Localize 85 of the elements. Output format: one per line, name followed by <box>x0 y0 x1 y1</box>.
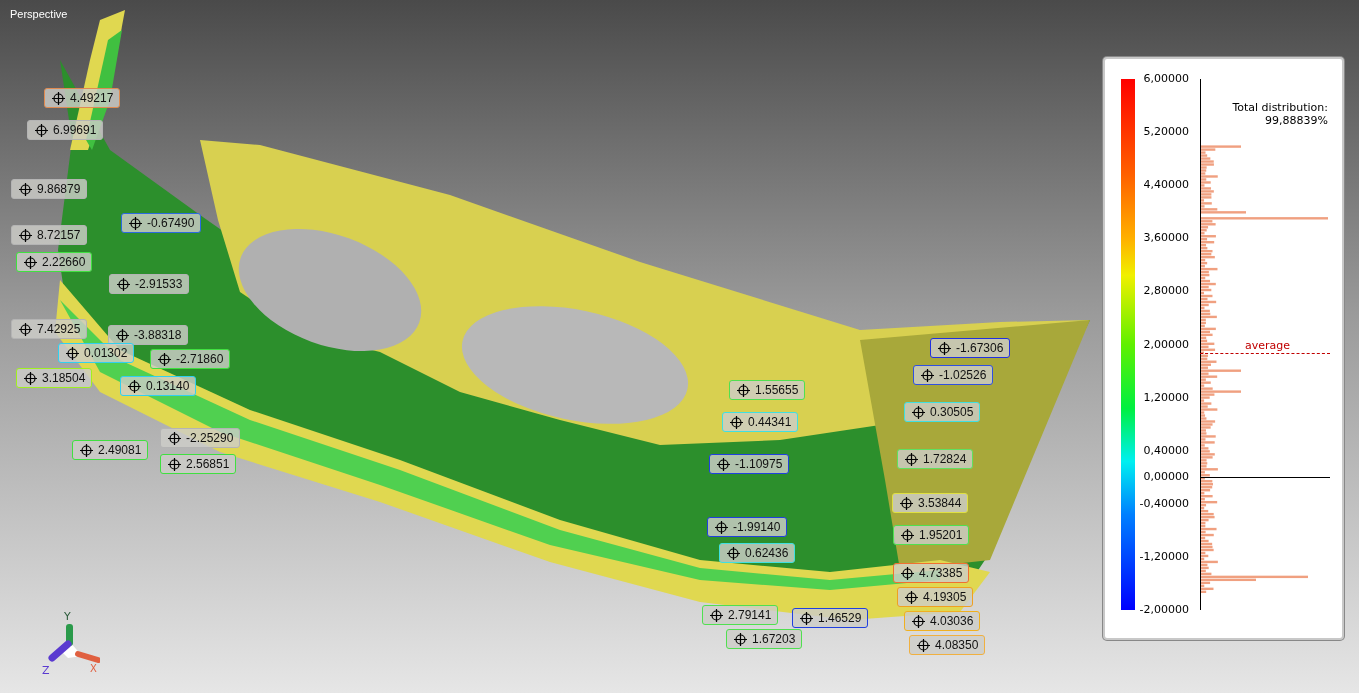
measurement-value: 4.73385 <box>919 566 963 580</box>
measurement-tag[interactable]: -1.02526 <box>913 365 994 385</box>
total-distribution-value: 99,88839% <box>1265 114 1328 127</box>
measurement-tag[interactable]: -1.99140 <box>707 517 788 537</box>
measurement-tag[interactable]: 0.01302 <box>58 343 135 363</box>
measurement-tag[interactable]: 4.73385 <box>893 563 970 583</box>
scale-tick-label: 0,00000 <box>1143 470 1189 484</box>
measurement-value: 1.67203 <box>752 632 796 646</box>
scale-tick-label: 0,40000 <box>1143 443 1189 457</box>
measurement-tag[interactable]: -2.25290 <box>160 428 241 448</box>
measurement-tag[interactable]: 0.62436 <box>719 543 796 563</box>
measurement-value: 4.08350 <box>935 638 979 652</box>
measurement-value: -2.71860 <box>176 352 224 366</box>
measurement-tag[interactable]: 4.49217 <box>44 88 121 108</box>
measurement-tag[interactable]: 2.49081 <box>72 440 149 460</box>
scale-tick-label: 3,60000 <box>1143 231 1189 245</box>
measurement-value: -2.25290 <box>186 431 234 445</box>
scale-tick-label: 1,20000 <box>1143 390 1189 404</box>
measurement-tag[interactable]: 1.46529 <box>792 608 869 628</box>
measurement-tag[interactable]: 9.86879 <box>11 179 88 199</box>
measurement-value: 0.44341 <box>748 415 792 429</box>
measurement-value: 7.42925 <box>37 322 81 336</box>
measurement-tag[interactable]: 1.67203 <box>726 629 803 649</box>
measurement-tag[interactable]: 4.03036 <box>904 611 981 631</box>
scale-tick-label: -2,00000 <box>1139 603 1189 617</box>
scale-tick-label: 4,40000 <box>1143 178 1189 192</box>
measurement-tag[interactable]: -0.67490 <box>121 213 202 233</box>
measurement-tag[interactable]: -2.91533 <box>109 274 190 294</box>
scale-tick-label: -0,40000 <box>1139 496 1189 510</box>
measurement-value: 0.13140 <box>146 379 190 393</box>
scale-tick-label: 6,00000 <box>1143 72 1189 85</box>
measurement-value: -1.10975 <box>735 457 783 471</box>
measurement-tag[interactable]: 8.72157 <box>11 225 88 245</box>
measurement-tag[interactable]: 2.79141 <box>702 605 779 625</box>
measurement-tag[interactable]: -1.67306 <box>930 338 1011 358</box>
measurement-tag[interactable]: 3.53844 <box>892 493 969 513</box>
average-label: average <box>1245 338 1291 352</box>
scale-tick-label: 2,00000 <box>1143 337 1189 351</box>
measurement-value: 9.86879 <box>37 182 81 196</box>
measurement-tag[interactable]: 3.18504 <box>16 368 93 388</box>
total-distribution-label: Total distribution: <box>1232 101 1328 114</box>
measurement-value: 6.99691 <box>53 123 97 137</box>
measurement-tag[interactable]: 1.72824 <box>897 449 974 469</box>
measurement-tag[interactable]: -1.10975 <box>709 454 790 474</box>
measurement-value: 1.72824 <box>923 452 967 466</box>
measurement-value: -1.67306 <box>956 341 1004 355</box>
measurement-value: 2.22660 <box>42 255 86 269</box>
measurement-value: 1.46529 <box>818 611 862 625</box>
measurement-value: 2.56851 <box>186 457 230 471</box>
measurement-value: 1.55655 <box>755 383 799 397</box>
measurement-value: 3.18504 <box>42 371 86 385</box>
measurement-tag[interactable]: -3.88318 <box>108 325 189 345</box>
measurement-value: 0.30505 <box>930 405 974 419</box>
measurement-value: -0.67490 <box>147 216 195 230</box>
measurement-tag[interactable]: 0.30505 <box>904 402 981 422</box>
measurement-value: 0.01302 <box>84 346 128 360</box>
measurement-tag[interactable]: 4.08350 <box>909 635 986 655</box>
measurement-value: 1.95201 <box>919 528 963 542</box>
measurement-value: 2.49081 <box>98 443 142 457</box>
measurement-tag[interactable]: 0.13140 <box>120 376 197 396</box>
measurement-tag[interactable]: 6.99691 <box>27 120 104 140</box>
measurement-tag[interactable]: 1.95201 <box>893 525 970 545</box>
measurement-tag[interactable]: 0.44341 <box>722 412 799 432</box>
measurement-tag[interactable]: 4.19305 <box>897 587 974 607</box>
measurement-tag[interactable]: 1.55655 <box>729 380 806 400</box>
measurement-tag[interactable]: 2.22660 <box>16 252 93 272</box>
measurement-tag[interactable]: 2.56851 <box>160 454 237 474</box>
scale-tick-label: 5,20000 <box>1143 125 1189 139</box>
measurement-value: -2.91533 <box>135 277 183 291</box>
viewport-title: Perspective <box>10 8 68 20</box>
measurement-value: -1.02526 <box>939 368 987 382</box>
measurement-value: 3.53844 <box>918 496 962 510</box>
measurement-tag[interactable]: -2.71860 <box>150 349 231 369</box>
scale-tick-label: -1,20000 <box>1139 550 1189 564</box>
measurement-value: 2.79141 <box>728 608 772 622</box>
measurement-value: 4.03036 <box>930 614 974 628</box>
scale-tick-label: 2,80000 <box>1143 284 1189 298</box>
measurement-value: 4.19305 <box>923 590 967 604</box>
measurement-tag[interactable]: 7.42925 <box>11 319 88 339</box>
measurement-value: 8.72157 <box>37 228 81 242</box>
measurement-value: -3.88318 <box>134 328 182 342</box>
measurement-value: -1.99140 <box>733 520 781 534</box>
measurement-value: 4.49217 <box>70 91 114 105</box>
measurement-value: 0.62436 <box>745 546 789 560</box>
axis-triad-drawing: Y Z X <box>20 600 100 680</box>
